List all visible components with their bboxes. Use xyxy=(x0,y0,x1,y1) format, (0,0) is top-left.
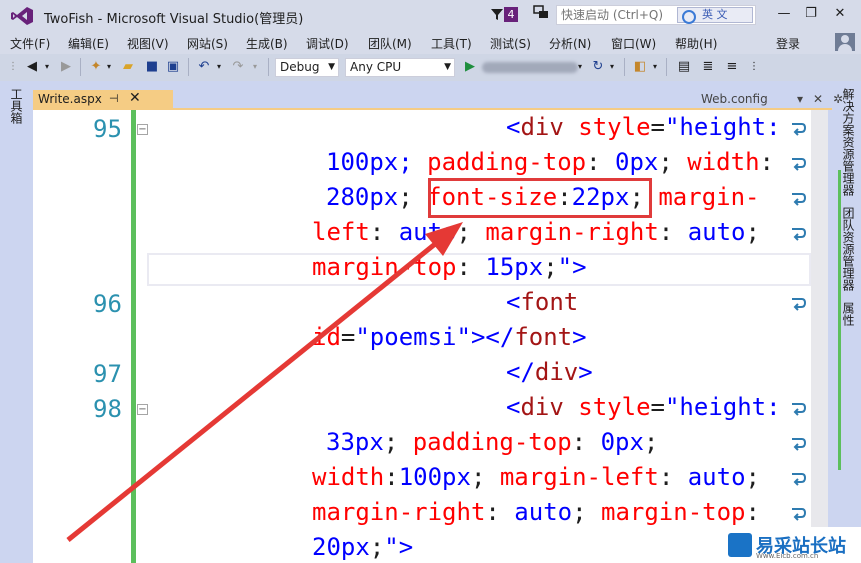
arrow-head xyxy=(425,222,463,256)
annotation-arrow xyxy=(66,222,463,542)
watermark-url: Www.Eicb.com.cn xyxy=(756,552,819,560)
arrow-shaft xyxy=(66,234,447,542)
watermark-logo-icon xyxy=(728,533,752,557)
watermark: 易采站长站 Www.Eicb.com.cn xyxy=(724,527,861,563)
